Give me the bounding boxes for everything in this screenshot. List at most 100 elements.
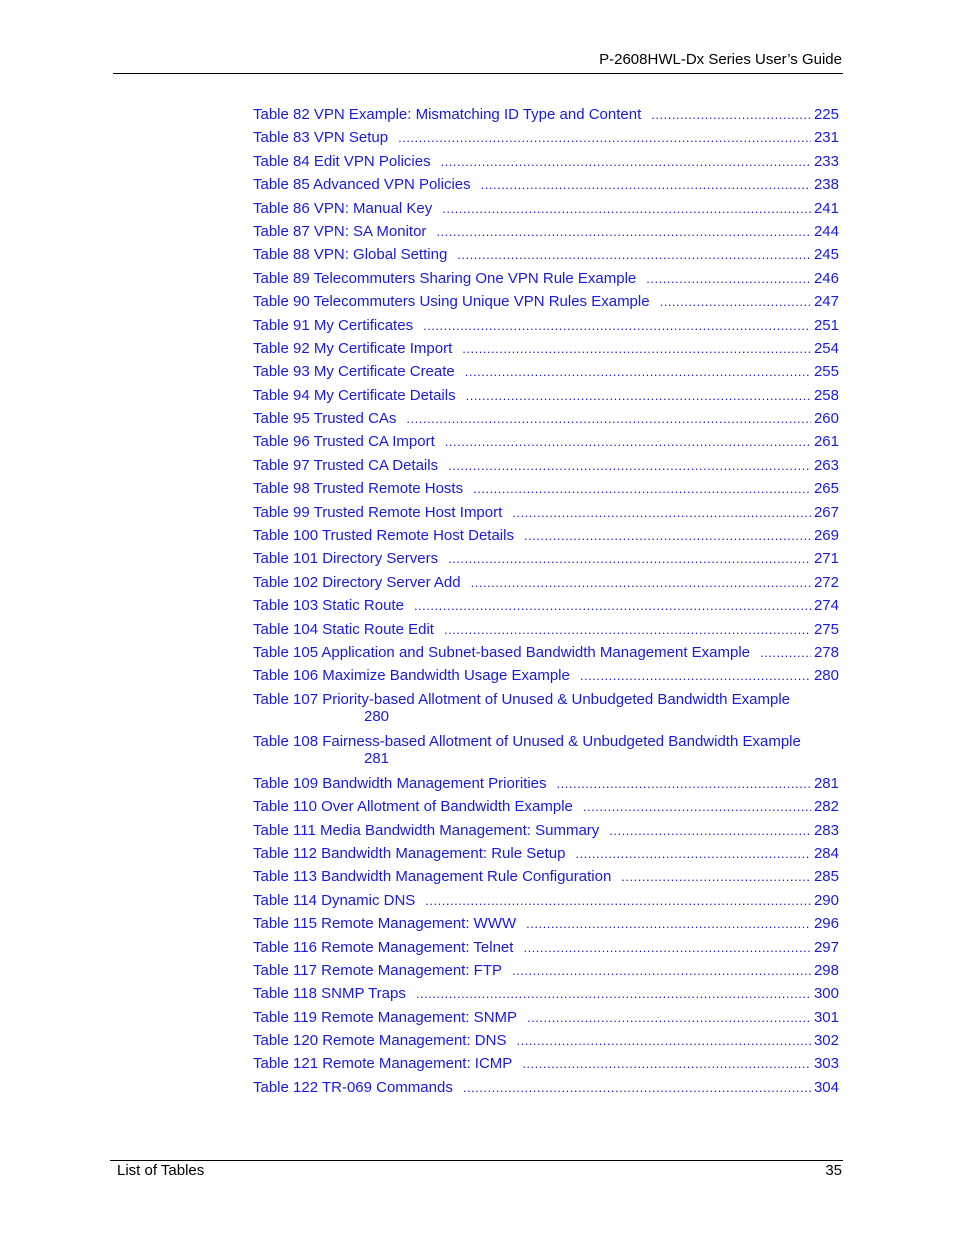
toc-entry[interactable]: Table 109 Bandwidth Management Prioritie…: [253, 775, 839, 798]
toc-entry-page[interactable]: 280: [253, 708, 839, 726]
toc-entry-title[interactable]: Table 90 Telecommuters Using Unique VPN …: [253, 293, 660, 310]
toc-entry-page[interactable]: 255: [811, 363, 839, 380]
toc-entry-page[interactable]: 296: [811, 915, 839, 932]
toc-entry[interactable]: Table 105 Application and Subnet-based B…: [253, 644, 839, 667]
toc-entry-title[interactable]: Table 105 Application and Subnet-based B…: [253, 644, 760, 661]
toc-entry[interactable]: Table 121 Remote Management: ICMP 303: [253, 1055, 839, 1078]
toc-entry[interactable]: Table 90 Telecommuters Using Unique VPN …: [253, 293, 839, 316]
toc-entry[interactable]: Table 115 Remote Management: WWW 296: [253, 915, 839, 938]
toc-entry[interactable]: Table 117 Remote Management: FTP 298: [253, 962, 839, 985]
toc-entry[interactable]: Table 94 My Certificate Details 258: [253, 387, 839, 410]
toc-entry-title[interactable]: Table 106 Maximize Bandwidth Usage Examp…: [253, 667, 580, 684]
toc-entry-title[interactable]: Table 98 Trusted Remote Hosts: [253, 480, 473, 497]
toc-entry[interactable]: Table 91 My Certificates 251: [253, 317, 839, 340]
toc-entry-title[interactable]: Table 85 Advanced VPN Policies: [253, 176, 481, 193]
toc-entry-title[interactable]: Table 104 Static Route Edit: [253, 621, 444, 638]
toc-entry-page[interactable]: 283: [811, 822, 839, 839]
toc-entry-page[interactable]: 241: [811, 200, 839, 217]
toc-entry-title[interactable]: Table 117 Remote Management: FTP: [253, 962, 512, 979]
toc-entry-title[interactable]: Table 101 Directory Servers: [253, 550, 448, 567]
toc-entry-page[interactable]: 265: [811, 480, 839, 497]
toc-entry-title[interactable]: Table 103 Static Route: [253, 597, 414, 614]
toc-entry-page[interactable]: 260: [811, 410, 839, 427]
toc-entry-page[interactable]: 278: [811, 644, 839, 661]
toc-entry[interactable]: Table 101 Directory Servers 271: [253, 550, 839, 573]
toc-entry-title[interactable]: Table 86 VPN: Manual Key: [253, 200, 442, 217]
toc-entry-page[interactable]: 247: [811, 293, 839, 310]
toc-entry-title[interactable]: Table 88 VPN: Global Setting: [253, 246, 457, 263]
toc-entry[interactable]: Table 95 Trusted CAs 260: [253, 410, 839, 433]
toc-entry-page[interactable]: 304: [811, 1079, 839, 1096]
toc-entry[interactable]: Table 97 Trusted CA Details 263: [253, 457, 839, 480]
toc-entry-title[interactable]: Table 99 Trusted Remote Host Import: [253, 504, 512, 521]
toc-entry[interactable]: Table 86 VPN: Manual Key 241: [253, 200, 839, 223]
toc-entry-page[interactable]: 281: [811, 775, 839, 792]
toc-entry[interactable]: Table 108 Fairness-based Allotment of Un…: [253, 733, 839, 775]
toc-entry-page[interactable]: 275: [811, 621, 839, 638]
toc-entry-title[interactable]: Table 95 Trusted CAs: [253, 410, 406, 427]
toc-entry[interactable]: Table 88 VPN: Global Setting 245: [253, 246, 839, 269]
toc-entry-title[interactable]: Table 84 Edit VPN Policies: [253, 153, 441, 170]
toc-entry-title[interactable]: Table 89 Telecommuters Sharing One VPN R…: [253, 270, 646, 287]
toc-entry[interactable]: Table 112 Bandwidth Management: Rule Set…: [253, 845, 839, 868]
toc-entry-page[interactable]: 263: [811, 457, 839, 474]
toc-entry-page[interactable]: 238: [811, 176, 839, 193]
toc-entry-title[interactable]: Table 119 Remote Management: SNMP: [253, 1009, 527, 1026]
toc-entry[interactable]: Table 96 Trusted CA Import 261: [253, 433, 839, 456]
toc-entry-title[interactable]: Table 113 Bandwidth Management Rule Conf…: [253, 868, 621, 885]
toc-entry-page[interactable]: 272: [811, 574, 839, 591]
toc-entry-page[interactable]: 302: [811, 1032, 839, 1049]
toc-entry-page[interactable]: 231: [811, 129, 839, 146]
toc-entry-title[interactable]: Table 93 My Certificate Create: [253, 363, 465, 380]
toc-entry[interactable]: Table 104 Static Route Edit 275: [253, 621, 839, 644]
toc-entry-page[interactable]: 261: [811, 433, 839, 450]
toc-entry-title[interactable]: Table 111 Media Bandwidth Management: Su…: [253, 822, 609, 839]
toc-entry[interactable]: Table 100 Trusted Remote Host Details 269: [253, 527, 839, 550]
toc-entry-page[interactable]: 254: [811, 340, 839, 357]
toc-entry-page[interactable]: 246: [811, 270, 839, 287]
toc-entry-page[interactable]: 297: [811, 939, 839, 956]
toc-entry-title[interactable]: Table 82 VPN Example: Mismatching ID Typ…: [253, 106, 651, 123]
toc-entry-page[interactable]: 258: [811, 387, 839, 404]
toc-entry[interactable]: Table 82 VPN Example: Mismatching ID Typ…: [253, 106, 839, 129]
toc-entry[interactable]: Table 122 TR-069 Commands 304: [253, 1079, 839, 1102]
toc-entry-title[interactable]: Table 107 Priority-based Allotment of Un…: [253, 691, 839, 708]
toc-entry[interactable]: Table 113 Bandwidth Management Rule Conf…: [253, 868, 839, 891]
toc-entry-page[interactable]: 290: [811, 892, 839, 909]
toc-entry[interactable]: Table 85 Advanced VPN Policies 238: [253, 176, 839, 199]
toc-entry-page[interactable]: 282: [811, 798, 839, 815]
toc-entry[interactable]: Table 98 Trusted Remote Hosts 265: [253, 480, 839, 503]
toc-entry-title[interactable]: Table 91 My Certificates: [253, 317, 423, 334]
toc-entry[interactable]: Table 92 My Certificate Import 254: [253, 340, 839, 363]
toc-entry-page[interactable]: 245: [811, 246, 839, 263]
toc-entry[interactable]: Table 110 Over Allotment of Bandwidth Ex…: [253, 798, 839, 821]
toc-entry[interactable]: Table 118 SNMP Traps 300: [253, 985, 839, 1008]
toc-entry-page[interactable]: 285: [811, 868, 839, 885]
toc-entry-title[interactable]: Table 108 Fairness-based Allotment of Un…: [253, 733, 839, 750]
toc-entry-page[interactable]: 284: [811, 845, 839, 862]
toc-entry-page[interactable]: 271: [811, 550, 839, 567]
toc-entry-page[interactable]: 298: [811, 962, 839, 979]
toc-entry-title[interactable]: Table 96 Trusted CA Import: [253, 433, 445, 450]
toc-entry[interactable]: Table 106 Maximize Bandwidth Usage Examp…: [253, 667, 839, 690]
toc-entry-title[interactable]: Table 110 Over Allotment of Bandwidth Ex…: [253, 798, 583, 815]
toc-entry-page[interactable]: 244: [811, 223, 839, 240]
toc-entry-page[interactable]: 269: [811, 527, 839, 544]
toc-entry-title[interactable]: Table 114 Dynamic DNS: [253, 892, 425, 909]
toc-entry-title[interactable]: Table 83 VPN Setup: [253, 129, 398, 146]
toc-entry-title[interactable]: Table 94 My Certificate Details: [253, 387, 466, 404]
toc-entry-page[interactable]: 225: [811, 106, 839, 123]
toc-entry-title[interactable]: Table 115 Remote Management: WWW: [253, 915, 526, 932]
toc-entry[interactable]: Table 87 VPN: SA Monitor 244: [253, 223, 839, 246]
toc-entry[interactable]: Table 120 Remote Management: DNS 302: [253, 1032, 839, 1055]
toc-entry-title[interactable]: Table 87 VPN: SA Monitor: [253, 223, 436, 240]
toc-entry-title[interactable]: Table 97 Trusted CA Details: [253, 457, 448, 474]
toc-entry-page[interactable]: 251: [811, 317, 839, 334]
toc-entry[interactable]: Table 107 Priority-based Allotment of Un…: [253, 691, 839, 733]
toc-entry-page[interactable]: 280: [811, 667, 839, 684]
toc-entry[interactable]: Table 84 Edit VPN Policies 233: [253, 153, 839, 176]
toc-entry[interactable]: Table 103 Static Route 274: [253, 597, 839, 620]
toc-entry-title[interactable]: Table 100 Trusted Remote Host Details: [253, 527, 524, 544]
toc-entry-page[interactable]: 274: [811, 597, 839, 614]
toc-entry-title[interactable]: Table 102 Directory Server Add: [253, 574, 471, 591]
